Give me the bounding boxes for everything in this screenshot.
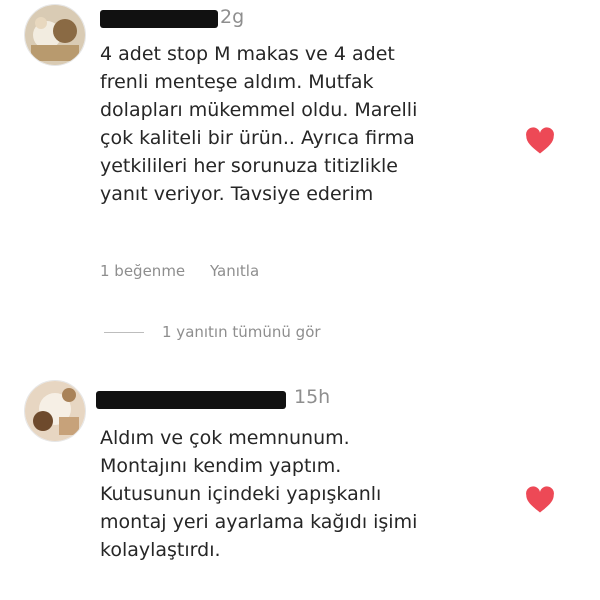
view-replies-link[interactable]: 1 yanıtın tümünü gör (104, 320, 321, 344)
likes-count[interactable]: 1 beğenme (100, 262, 185, 280)
avatar[interactable] (24, 380, 86, 442)
comment-text-line: Kutusunun içindeki yapışkanlı (100, 483, 382, 505)
comment-time: 15h (294, 386, 331, 408)
username-redacted[interactable] (96, 391, 286, 409)
comment-text-line: kolaylaştırdı. (100, 539, 221, 561)
comment-text: Aldım ve çok memnunum. Montajını kendim … (100, 424, 417, 564)
avatar[interactable] (24, 4, 86, 66)
comment-text-line: montaj yeri ayarlama kağıdı işimi (100, 511, 418, 533)
heart-icon[interactable] (525, 486, 555, 514)
comment-text-line: yetkilileri her sorunuza titizlikle (100, 155, 398, 177)
comment-text-line: frenli menteşe aldım. Mutfak (100, 71, 374, 93)
comment-text-line: Montajını kendim yaptım. (100, 455, 342, 477)
comment-text-line: 4 adet stop M makas ve 4 adet (100, 43, 395, 65)
comment-text-line: yanıt veriyor. Tavsiye ederim (100, 183, 374, 205)
view-replies-label: 1 yanıtın tümünü gör (162, 323, 321, 341)
username-redacted[interactable] (100, 10, 218, 28)
comment-text-line: Aldım ve çok memnunum. (100, 427, 350, 449)
divider-line (104, 331, 144, 333)
comment-actions: 1 beğenme Yanıtla (100, 262, 279, 280)
comment-time: 2g (220, 6, 245, 28)
comment-text-line: çok kaliteli bir ürün.. Ayrıca firma (100, 127, 415, 149)
comment-text-line: dolapları mükemmel oldu. Marelli (100, 99, 418, 121)
reply-button[interactable]: Yanıtla (210, 262, 259, 280)
heart-icon[interactable] (525, 127, 555, 155)
comment-text: 4 adet stop M makas ve 4 adet frenli men… (100, 40, 417, 208)
